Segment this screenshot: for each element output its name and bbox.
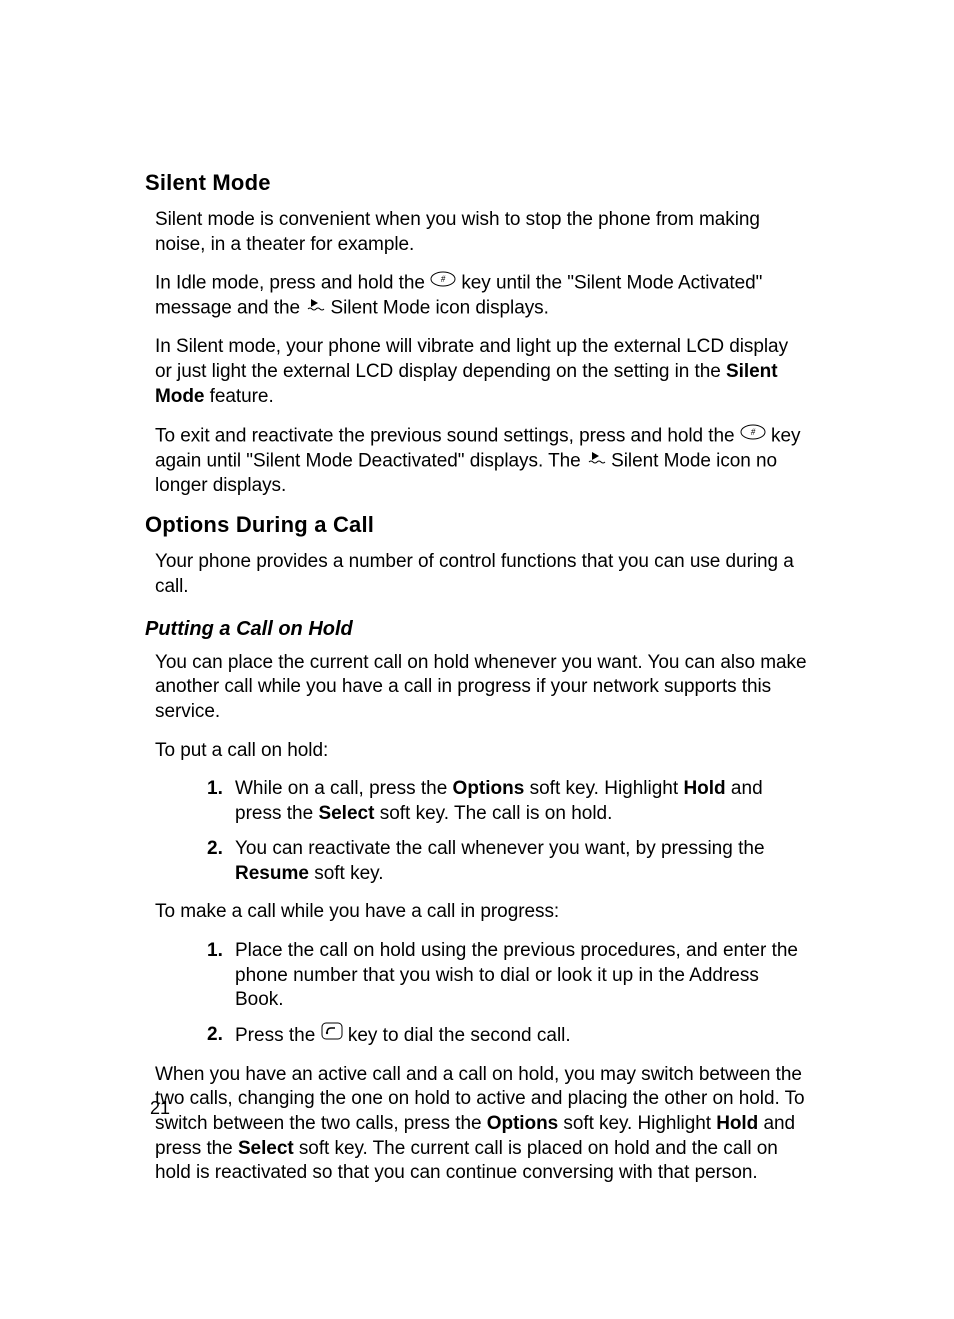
vibrate-icon [586, 448, 606, 473]
text-fragment: key to dial the second call. [343, 1025, 571, 1046]
heading-putting-on-hold: Putting a Call on Hold [145, 618, 809, 641]
text-fragment: To exit and reactivate the previous soun… [155, 425, 740, 446]
options-during-call-body: Your phone provides a number of control … [155, 550, 809, 599]
silent-mode-body: Silent mode is convenient when you wish … [155, 208, 809, 498]
silent-mode-p1: Silent mode is convenient when you wish … [155, 208, 809, 257]
list-item: While on a call, press the Options soft … [235, 777, 809, 826]
page-content: Silent Mode Silent mode is convenient wh… [0, 0, 954, 1186]
text-bold: Resume [235, 863, 309, 884]
text-fragment: In Silent mode, your phone will vibrate … [155, 336, 788, 382]
text-fragment: In Idle mode, press and hold the [155, 273, 430, 294]
list-item: Press the key to dial the second call. [235, 1023, 809, 1049]
silent-mode-p3: In Silent mode, your phone will vibrate … [155, 335, 809, 409]
pound-key-icon: # [430, 270, 456, 295]
heading-silent-mode: Silent Mode [145, 170, 809, 196]
text-bold: Hold [716, 1113, 758, 1134]
hold-steps-1: While on a call, press the Options soft … [155, 777, 809, 886]
text-bold: Select [238, 1138, 294, 1159]
hold-p2: To put a call on hold: [155, 739, 809, 764]
svg-text:#: # [441, 274, 446, 284]
text-fragment: soft key. Highlight [558, 1113, 716, 1134]
text-fragment: Press the [235, 1025, 321, 1046]
vibrate-icon [305, 295, 325, 320]
hold-steps-2: Place the call on hold using the previou… [155, 939, 809, 1049]
text-fragment: While on a call, press the [235, 778, 453, 799]
page-number: 21 [150, 1098, 170, 1119]
text-bold: Hold [683, 778, 725, 799]
text-fragment: Silent Mode icon displays. [325, 298, 549, 319]
list-item: You can reactivate the call whenever you… [235, 837, 809, 886]
text-fragment: soft key. The call is on hold. [374, 803, 612, 824]
text-fragment: feature. [204, 386, 273, 407]
text-bold: Options [453, 778, 525, 799]
hold-p3: To make a call while you have a call in … [155, 900, 809, 925]
send-key-icon [321, 1022, 343, 1048]
silent-mode-p4: To exit and reactivate the previous soun… [155, 424, 809, 499]
options-p1: Your phone provides a number of control … [155, 550, 809, 599]
text-fragment: soft key. Highlight [524, 778, 683, 799]
pound-key-icon: # [740, 423, 766, 448]
svg-text:#: # [751, 427, 756, 437]
heading-options-during-call: Options During a Call [145, 512, 809, 538]
text-bold: Options [487, 1113, 558, 1134]
text-bold: Select [318, 803, 374, 824]
text-fragment: Place the call on hold using the previou… [235, 940, 798, 1010]
putting-on-hold-body: You can place the current call on hold w… [155, 651, 809, 1186]
hold-p4: When you have an active call and a call … [155, 1063, 809, 1186]
silent-mode-p2: In Idle mode, press and hold the # key u… [155, 271, 809, 321]
hold-p1: You can place the current call on hold w… [155, 651, 809, 725]
text-fragment: soft key. [309, 863, 384, 884]
text-fragment: You can reactivate the call whenever you… [235, 838, 765, 859]
list-item: Place the call on hold using the previou… [235, 939, 809, 1013]
